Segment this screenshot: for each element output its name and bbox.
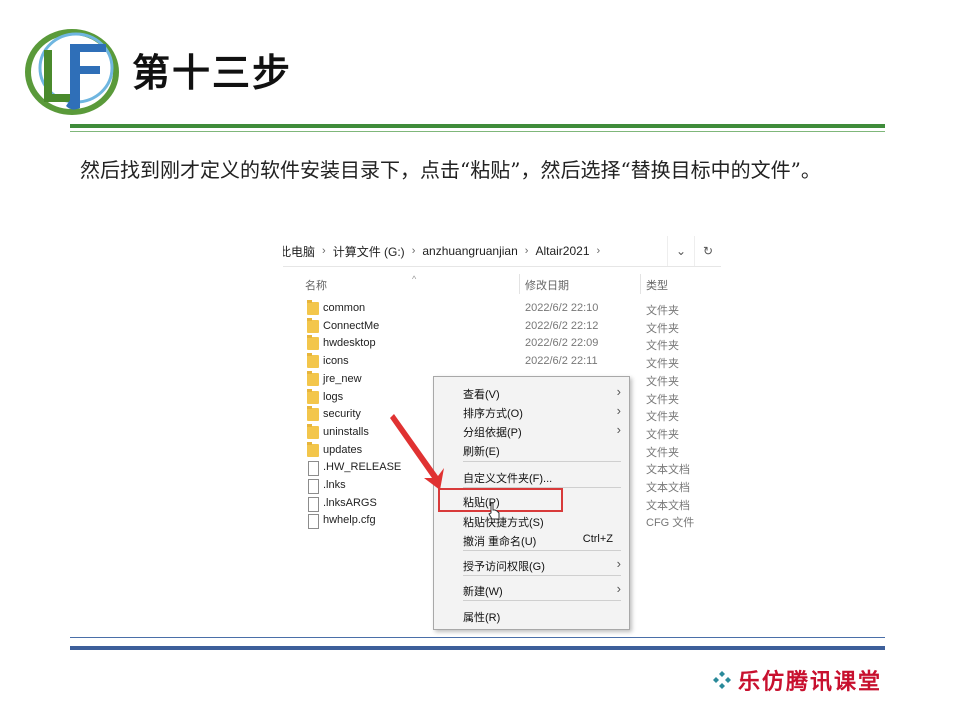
file-name: .lnksARGS [323,496,377,509]
file-name: uninstalls [323,425,369,438]
file-row[interactable]: icons 2022/6/2 22:11 文件夹 [283,353,721,371]
sort-caret-icon: ^ [412,274,417,284]
document-icon [308,496,319,512]
file-name: jre_new [323,372,362,385]
folder-icon [307,423,319,439]
chevron-right-icon: › [616,384,621,399]
file-type: 文件夹 [646,393,679,406]
file-name: logs [323,390,344,403]
menu-separator [463,600,621,601]
breadcrumb-this-pc[interactable]: 此电脑 [283,243,315,260]
file-date: 2022/6/2 22:11 [525,355,598,368]
column-name[interactable]: 名称 [305,277,327,293]
diamond-cluster-icon [713,671,731,689]
file-type: CFG 文件 [646,517,695,530]
file-type: 文本文档 [646,499,690,512]
chevron-right-icon: › [616,403,621,418]
menu-separator [463,575,621,576]
file-type: 文件夹 [646,428,679,441]
file-name: common [323,302,366,314]
menu-item-grant-access[interactable]: 授予访问权限(G) › [434,554,629,574]
breadcrumb: 此电脑 › 计算文件 (G:) › anzhuangruanjian › Alt… [283,236,667,266]
footer-divider [70,646,885,650]
file-type: 文件夹 [646,322,679,335]
file-name: hwhelp.cfg [323,514,376,527]
file-type: 文本文档 [646,464,690,477]
file-type: 文件夹 [646,411,679,424]
document-icon [308,461,319,477]
file-date: 2022/6/2 22:12 [525,319,599,332]
file-name: .lnks [323,479,346,491]
file-name: updates [323,443,363,456]
file-name: security [323,408,361,421]
file-type: 文件夹 [646,340,679,353]
folder-icon [307,300,319,315]
chevron-right-icon: › [616,422,621,437]
menu-item-view[interactable]: 查看(V) › [434,382,629,402]
chevron-right-icon: › [411,245,416,257]
folder-icon [307,441,319,457]
shortcut-label: Ctrl+Z [582,533,613,545]
title-divider-thin [70,131,885,132]
folder-icon [307,353,319,369]
slide-description: 然后找到刚才定义的软件安装目录下，点击“粘贴”，然后选择“替换目标中的文件”。 [80,158,821,182]
file-row[interactable]: ConnectMe 2022/6/2 22:12 文件夹 [283,317,721,336]
lf-logo [25,29,119,115]
file-type: 文件夹 [646,375,679,388]
breadcrumb-current[interactable]: Altair2021 [535,244,589,258]
chevron-right-icon: › [616,581,621,596]
folder-icon [307,370,319,386]
slide-title: 第十三步 [132,51,293,95]
file-type: 文件夹 [646,305,679,317]
chevron-right-icon: › [524,245,529,257]
file-name: icons [323,355,349,368]
red-arrow-icon [390,414,444,490]
column-type[interactable]: 类型 [646,277,668,293]
file-name: hwdesktop [323,337,376,350]
address-bar[interactable]: 此电脑 › 计算文件 (G:) › anzhuangruanjian › Alt… [283,236,721,267]
folder-icon [307,406,319,422]
menu-item-properties[interactable]: 属性(R) [434,605,629,625]
file-row[interactable]: common 2022/6/2 22:10 文件夹 [283,300,721,318]
column-date[interactable]: 修改日期 [525,277,569,293]
file-date: 2022/6/2 22:09 [525,337,599,350]
breadcrumb-drive[interactable]: 计算文件 (G:) [333,243,405,260]
history-dropdown-icon[interactable]: ⌄ [667,236,694,266]
brand-name: 乐仿腾讯课堂 [738,669,883,695]
menu-item-undo[interactable]: 撤消 重命名(U) Ctrl+Z [434,529,629,549]
folder-icon [307,388,319,404]
menu-separator [463,550,621,551]
column-header: 名称 ^ 修改日期 类型 [283,274,721,294]
refresh-icon[interactable]: ↻ [694,236,721,266]
document-icon [308,479,319,494]
file-type: 文件夹 [646,446,679,459]
file-type: 文件夹 [646,358,679,371]
menu-item-new[interactable]: 新建(W) › [434,579,629,599]
menu-item-paste-shortcut[interactable]: 粘贴快捷方式(S) [434,510,629,530]
footer-divider-thin [70,637,885,638]
document-icon [308,514,319,530]
mouse-cursor-icon [488,502,500,520]
file-date: 2022/6/2 22:10 [525,302,599,314]
brand-footer: 乐仿腾讯课堂 [712,664,882,696]
title-divider [70,124,885,128]
chevron-right-icon: › [596,245,601,257]
file-type: 文本文档 [646,482,690,494]
file-row[interactable]: hwdesktop 2022/6/2 22:09 文件夹 [283,335,721,353]
folder-icon [307,335,319,351]
breadcrumb-folder[interactable]: anzhuangruanjian [422,244,517,258]
folder-icon [307,317,319,333]
chevron-right-icon: › [322,245,326,257]
file-name: ConnectMe [323,319,380,332]
chevron-right-icon: › [616,556,621,571]
